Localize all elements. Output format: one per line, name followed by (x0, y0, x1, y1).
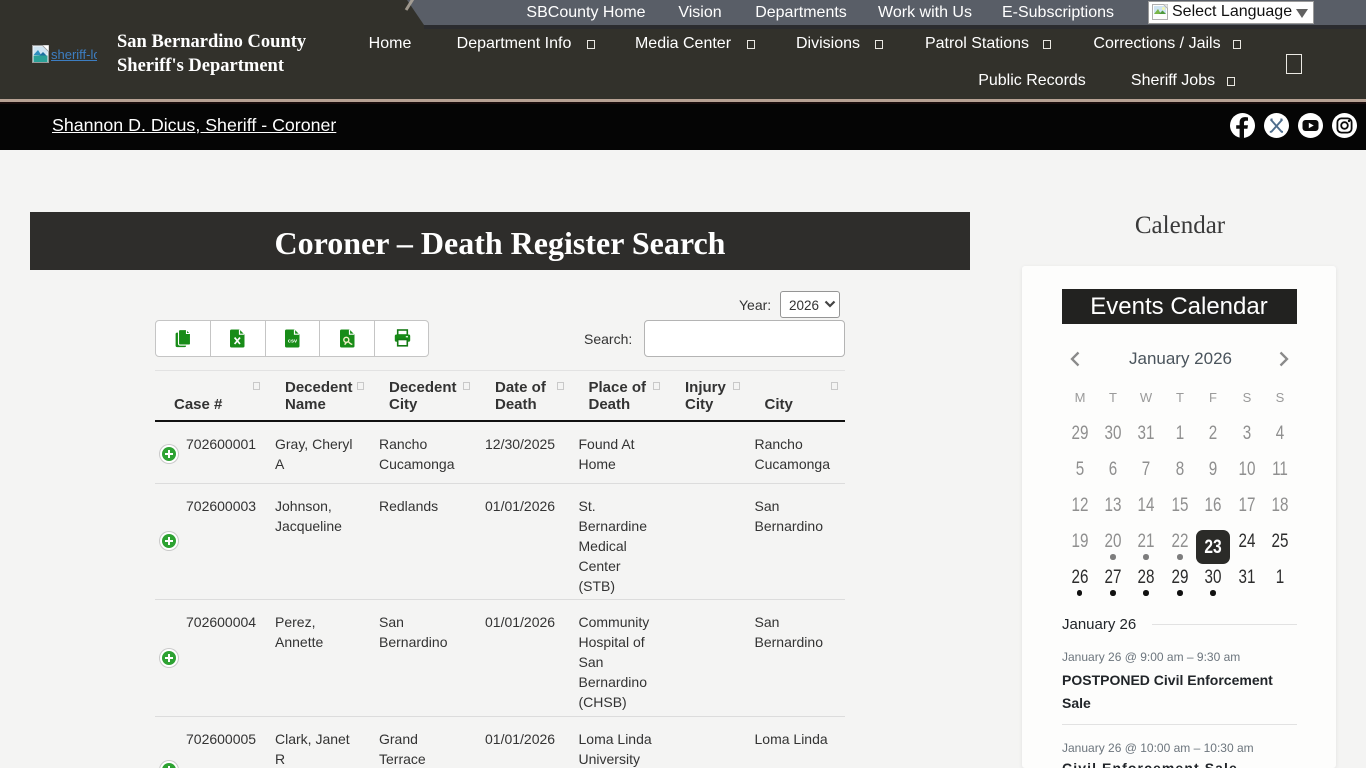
svg-text:csv: csv (288, 339, 298, 345)
